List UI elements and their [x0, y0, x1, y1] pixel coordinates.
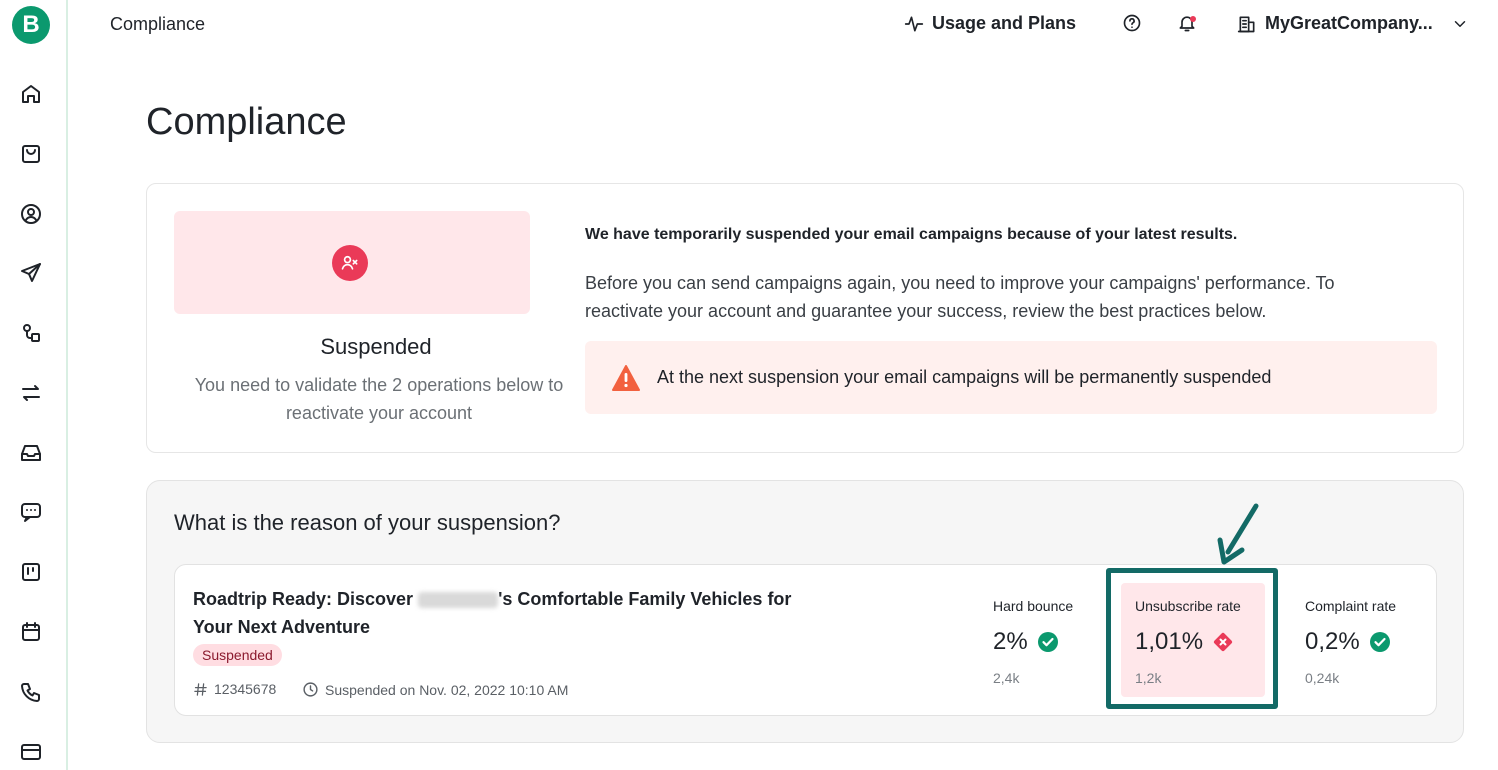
chat-icon[interactable]: [17, 498, 45, 526]
metric-sub: 2,4k: [993, 670, 1020, 686]
notification-dot: [1190, 16, 1196, 22]
suspension-card: Suspended You need to validate the 2 ope…: [146, 183, 1464, 453]
metric-value: 2%: [993, 628, 1028, 655]
notice-headline: We have temporarily suspended your email…: [585, 226, 1238, 243]
page-title: Compliance: [146, 101, 347, 143]
card-icon[interactable]: [17, 738, 45, 766]
campaign-id: 12345678: [193, 681, 276, 697]
help-icon: [1123, 14, 1141, 32]
header-title: Compliance: [110, 14, 206, 34]
campaign-name[interactable]: Roadtrip Ready: Discover 's Comfortable …: [193, 585, 813, 641]
notice-body: Before you can send campaigns again, you…: [585, 273, 1335, 321]
metric-hard-bounce: Hard bounce 2% 2,4k: [993, 598, 1073, 686]
send-icon[interactable]: [17, 259, 45, 287]
status-title: Suspended: [320, 334, 432, 359]
usage-and-plans-button[interactable]: Usage and Plans: [904, 13, 1076, 34]
account-label: MyGreatCompany...: [1265, 13, 1433, 33]
reason-title: What is the reason of your suspension?: [174, 510, 561, 535]
notifications-button[interactable]: [1177, 13, 1197, 33]
calendar-icon[interactable]: [17, 618, 45, 646]
redacted-text: [418, 592, 499, 609]
status-badge: Suspended: [193, 644, 282, 666]
metric-label: Complaint rate: [1305, 598, 1397, 614]
building-icon: [1237, 16, 1255, 32]
activity-icon: [904, 15, 924, 31]
campaign-id-value: 12345678: [214, 681, 277, 697]
help-button[interactable]: [1122, 13, 1142, 33]
warning-icon: [612, 364, 640, 391]
phone-icon[interactable]: [17, 678, 45, 706]
status-banner: [174, 211, 530, 314]
transfer-icon[interactable]: [17, 379, 45, 407]
hash-icon: [194, 682, 207, 696]
campaign-name-start: Roadtrip Ready: Discover: [193, 589, 419, 609]
user-circle-icon[interactable]: [17, 200, 45, 228]
warning-box: At the next suspension your email campai…: [585, 341, 1437, 414]
check-circle-icon: [1037, 632, 1058, 652]
sidebar: B: [0, 0, 68, 770]
metric-sub: 0,24k: [1305, 670, 1340, 686]
annotation-highlight-frame: [1106, 568, 1278, 709]
campaign-date-value: Suspended on Nov. 02, 2022 10:10 AM: [325, 681, 569, 698]
annotation-arrow-icon: [1217, 503, 1259, 565]
inbox-icon[interactable]: [17, 439, 45, 467]
usage-label: Usage and Plans: [932, 13, 1077, 33]
board-icon[interactable]: [17, 558, 45, 586]
home-icon[interactable]: [17, 80, 45, 108]
account-menu[interactable]: MyGreatCompany...: [1237, 13, 1469, 34]
metric-value: 0,2%: [1305, 628, 1360, 655]
metric-label: Hard bounce: [993, 598, 1074, 614]
status-description: You need to validate the 2 operations be…: [194, 375, 564, 423]
automation-icon[interactable]: [17, 319, 45, 347]
chevron-down-icon: [1454, 20, 1465, 27]
user-blocked-icon: [332, 245, 368, 281]
check-circle-icon: [1369, 632, 1390, 652]
metric-complaint-rate: Complaint rate 0,2% 0,24k: [1305, 598, 1396, 686]
clock-icon: [303, 682, 318, 697]
warning-text: At the next suspension your email campai…: [657, 367, 1272, 387]
campaign-date: Suspended on Nov. 02, 2022 10:10 AM: [302, 681, 568, 698]
shopping-bag-icon[interactable]: [17, 140, 45, 168]
brand-logo[interactable]: B: [12, 6, 50, 44]
